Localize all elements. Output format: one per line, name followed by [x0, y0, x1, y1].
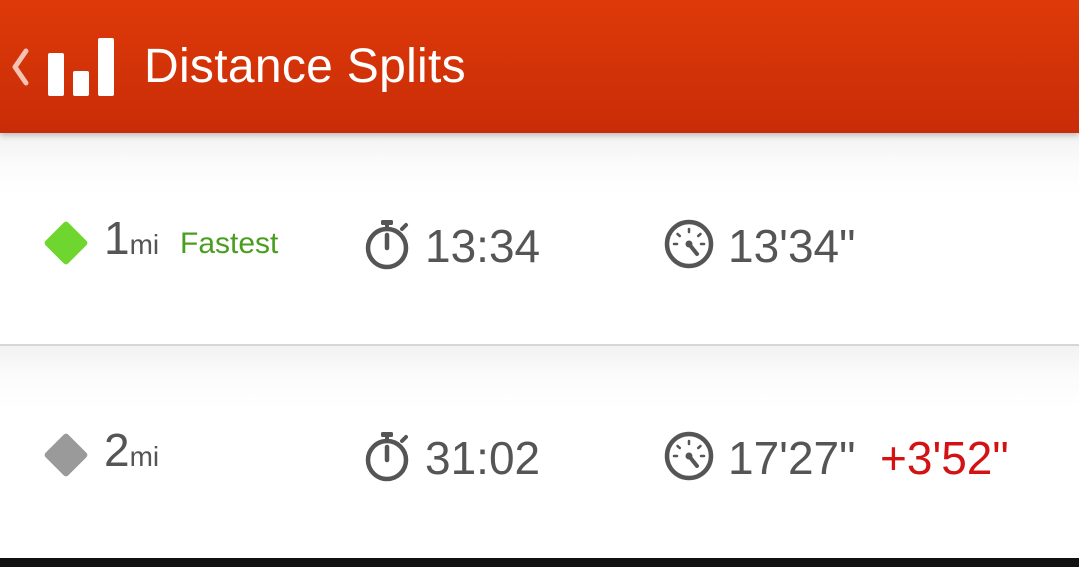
- split-distance: 2mi: [104, 423, 159, 477]
- split-distance: 1mi: [104, 211, 159, 265]
- app-screen: Distance Splits 1mi Fastest 13:34 13'34"…: [0, 0, 1079, 567]
- page-title: Distance Splits: [144, 40, 466, 93]
- pace-difference: +3'52": [880, 432, 1009, 484]
- split-pace: 13'34": [728, 220, 856, 272]
- distance-value: 1: [104, 212, 130, 264]
- distance-unit: mi: [129, 229, 160, 260]
- speedometer-icon: [662, 429, 716, 483]
- chevron-left-icon: [12, 48, 29, 85]
- action-bar: Distance Splits: [0, 0, 1079, 133]
- split-marker-diamond-icon: [43, 432, 89, 478]
- splits-list: 1mi Fastest 13:34 13'34" 2mi 31:02 17'27…: [0, 133, 1079, 556]
- split-row-2[interactable]: 2mi 31:02 17'27" +3'52": [0, 346, 1079, 556]
- speedometer-icon: [662, 217, 716, 271]
- split-marker-diamond-icon: [43, 220, 89, 266]
- split-time: 13:34: [425, 220, 541, 272]
- split-time: 31:02: [425, 432, 541, 484]
- back-button[interactable]: [0, 0, 118, 133]
- bar-chart-icon: [48, 37, 114, 96]
- navigation-bar-edge: [0, 558, 1079, 567]
- distance-value: 2: [104, 424, 130, 476]
- split-pace: 17'27": [728, 432, 856, 484]
- distance-unit: mi: [129, 441, 160, 472]
- fastest-badge: Fastest: [180, 227, 279, 260]
- stopwatch-icon: [360, 429, 414, 483]
- split-row-1[interactable]: 1mi Fastest 13:34 13'34": [0, 133, 1079, 346]
- stopwatch-icon: [360, 217, 414, 271]
